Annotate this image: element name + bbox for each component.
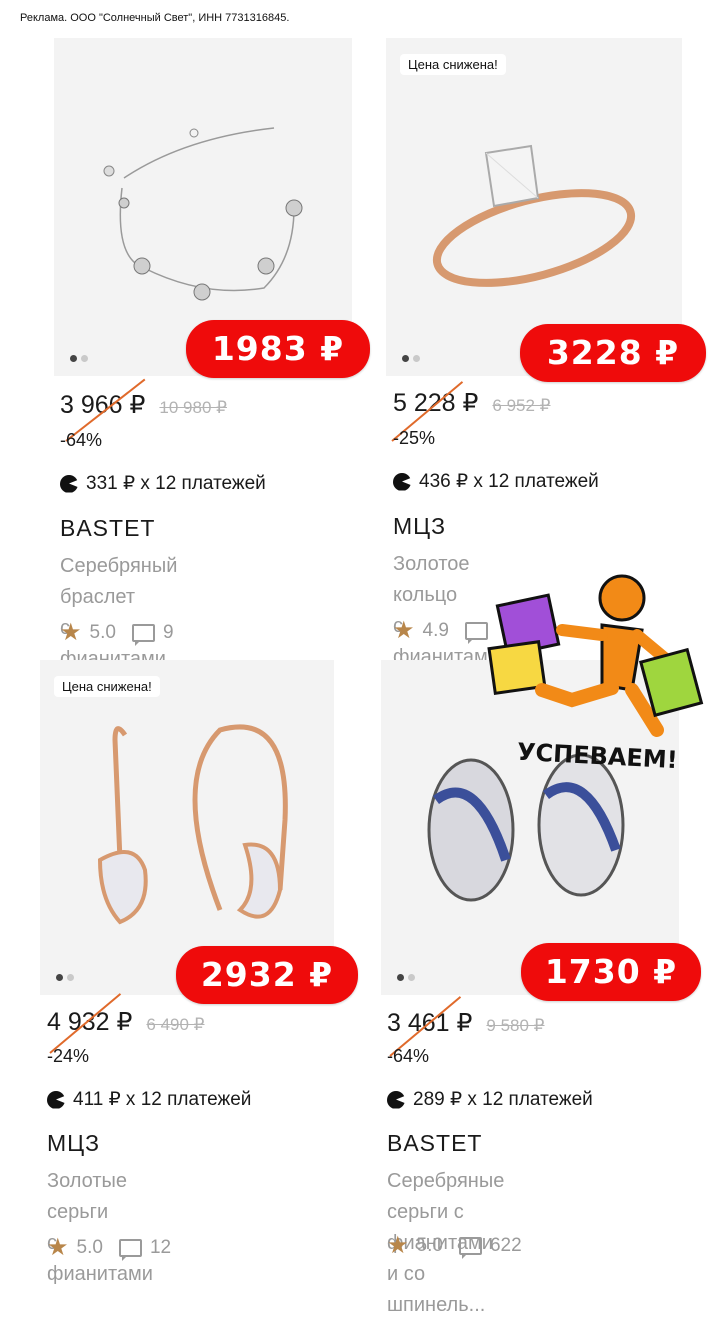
carousel-dots (70, 355, 88, 362)
brand-name: BASTET (60, 515, 156, 541)
promo-price-badge: 1730 ₽ (521, 943, 701, 1001)
installment-icon (393, 472, 411, 491)
installment-text: 331 ₽ x 12 платежей (86, 473, 266, 494)
old-price: 9 580 ₽ (486, 1016, 545, 1035)
old-price: 6 952 ₽ (492, 396, 551, 415)
installment-icon (60, 474, 78, 493)
brand-name: BASTET (387, 1130, 483, 1156)
review-count: 12 (149, 1237, 172, 1258)
title-line: Серебряный браслет (60, 555, 178, 608)
review-count: 622 (489, 1235, 522, 1256)
product-title[interactable]: Серебряный браслет с фианитами (60, 551, 177, 675)
installment-icon (47, 1090, 65, 1109)
brand-name: МЦЗ (393, 513, 447, 539)
comment-icon (458, 1237, 482, 1259)
installment-icon (387, 1090, 405, 1109)
carousel-dots (397, 974, 415, 981)
product-title[interactable]: Золотые серьги с фианитами (47, 1166, 153, 1290)
running-shopper-sticker (487, 574, 704, 737)
carousel-dots (402, 355, 420, 362)
rating-value: 4.9 (422, 620, 449, 641)
discount-label: -24% (47, 1046, 90, 1066)
discount-label: -64% (60, 430, 103, 450)
installment-text: 411 ₽ x 12 платежей (73, 1089, 252, 1110)
old-price: 10 980 ₽ (159, 398, 227, 417)
review-count: 9 (162, 622, 174, 643)
star-icon: ★ (47, 1234, 69, 1261)
promo-price-badge: 1983 ₽ (186, 320, 370, 378)
price-drop-tag: Цена снижена! (54, 676, 160, 697)
carousel-dots (56, 974, 74, 981)
runner-head-icon (598, 574, 646, 622)
rating-value: 5.0 (416, 1235, 443, 1256)
old-price: 6 490 ₽ (146, 1015, 205, 1034)
product-image[interactable]: Цена снижена! (40, 660, 334, 995)
star-icon: ★ (60, 619, 82, 646)
promo-price-badge: 2932 ₽ (176, 946, 358, 1004)
earrings-image (97, 724, 288, 925)
comment-icon (118, 1239, 142, 1261)
installment-text: 436 ₽ x 12 платежей (419, 471, 599, 492)
discount-label: -64% (387, 1046, 430, 1066)
ad-disclaimer: Реклама. ООО "Солнечный Свет", ИНН 77313… (20, 12, 290, 24)
star-icon: ★ (387, 1232, 409, 1259)
installment-text: 289 ₽ x 12 платежей (413, 1089, 593, 1110)
promo-price-badge: 3228 ₽ (520, 324, 706, 382)
star-icon: ★ (393, 617, 415, 644)
price-drop-tag: Цена снижена! (400, 54, 506, 75)
comment-icon (131, 624, 155, 646)
discount-label: -25% (393, 428, 436, 448)
brand-name: МЦЗ (47, 1130, 101, 1156)
current-price: 4 932 ₽ (47, 1008, 133, 1036)
shopping-bag-icon (638, 647, 704, 718)
rating-value: 5.0 (89, 622, 116, 643)
shopping-bag-icon (487, 640, 547, 695)
rating-value: 5.0 (76, 1237, 103, 1258)
title-line: Серебряные серьги с (387, 1170, 505, 1223)
title-line: Золотые серьги (47, 1170, 127, 1223)
current-price: 3 966 ₽ (60, 391, 146, 419)
